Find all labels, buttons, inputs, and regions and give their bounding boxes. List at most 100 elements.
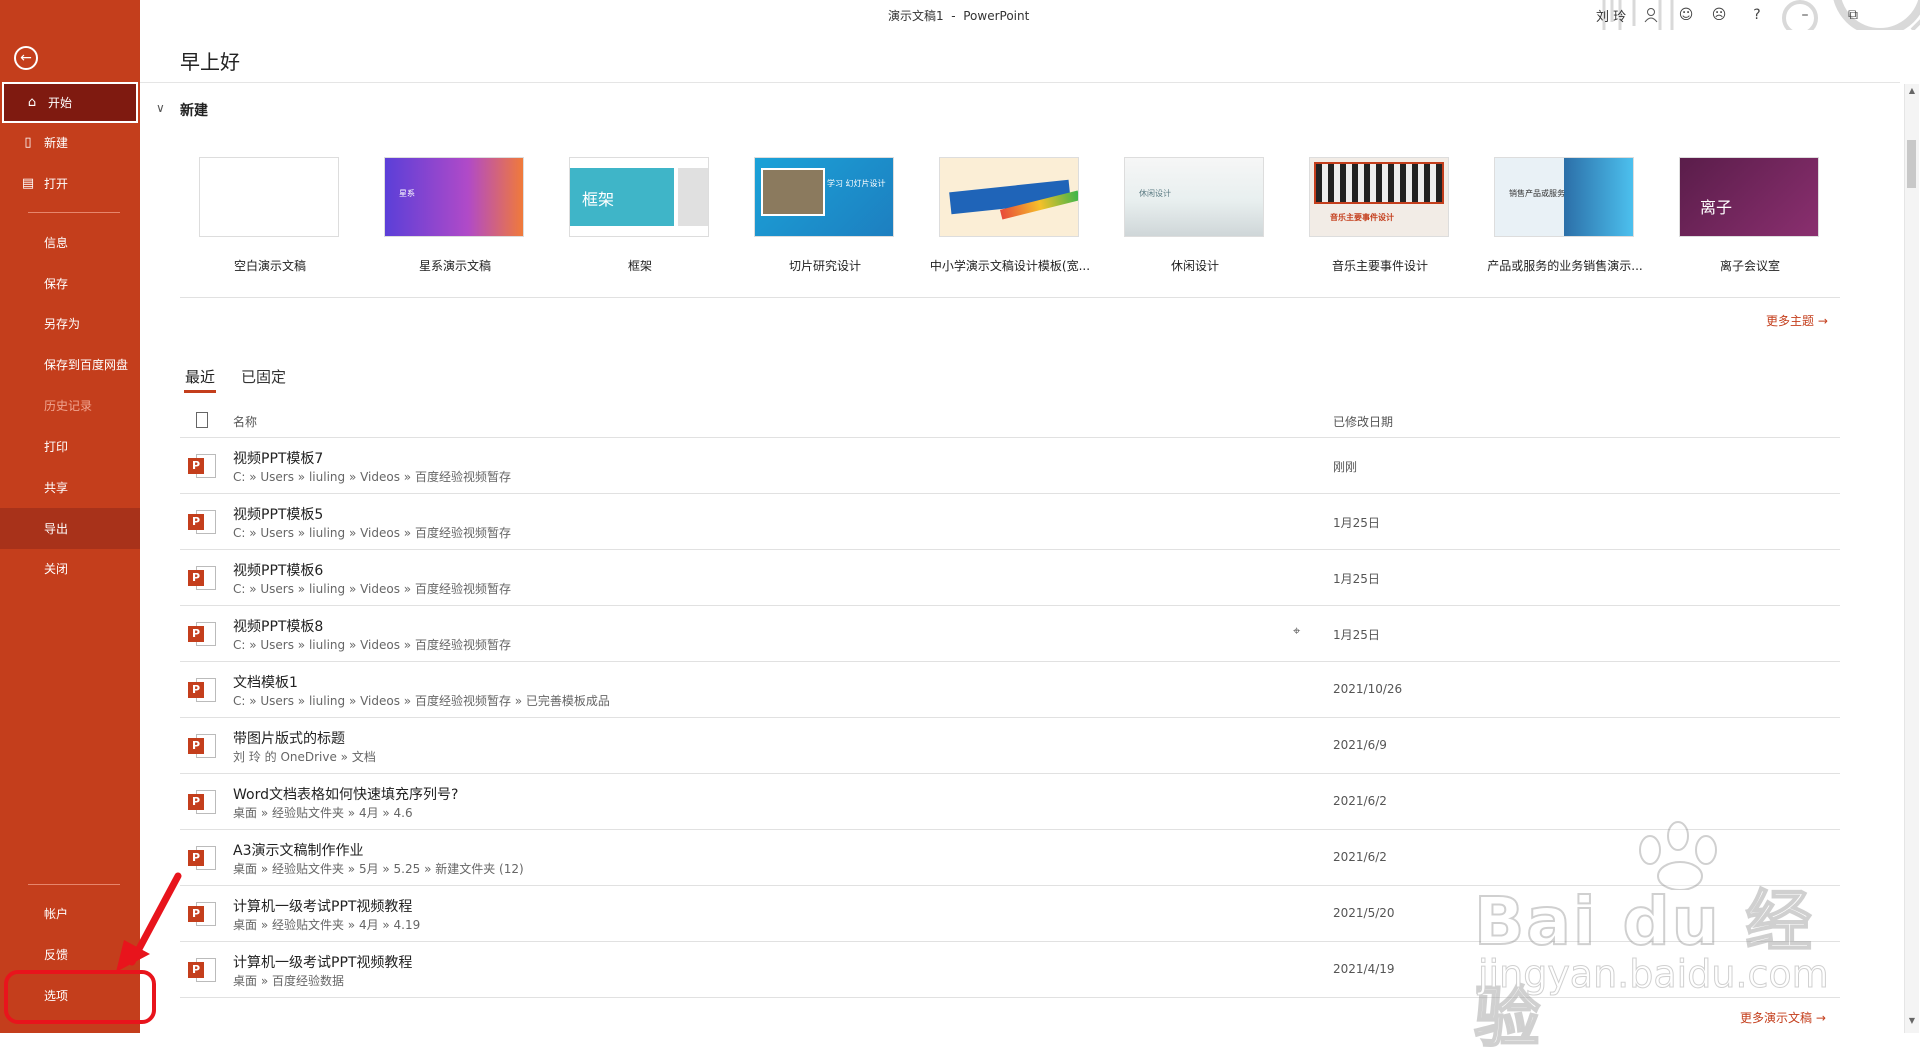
sidebar-divider — [28, 884, 120, 885]
file-row[interactable]: P A3演示文稿制作作业 桌面 » 经验贴文件夹 » 5月 » 5.25 » 新建文… — [180, 829, 1840, 886]
sidebar-item-9[interactable]: 共享 — [0, 467, 140, 508]
template-card[interactable]: 学习 幻灯片设计 切片研究设计 — [754, 157, 896, 274]
sidebar-item-2[interactable]: ▤ 打开 — [0, 163, 140, 204]
file-row[interactable]: P 视频PPT模板7 C: » Users » liuling » Videos »… — [180, 437, 1840, 494]
template-card[interactable]: 空白演示文稿 — [199, 157, 341, 274]
template-thumbnail-text: 销售产品或服务 — [1509, 189, 1565, 198]
file-name: 计算机一级考试PPT视频教程 — [233, 899, 413, 915]
sidebar-item-8[interactable]: 打印 — [0, 426, 140, 467]
vertical-scrollbar[interactable]: ▲ ▼ — [1904, 84, 1919, 1033]
file-row[interactable]: P 视频PPT模板8 C: » Users » liuling » Videos »… — [180, 605, 1840, 662]
sidebar-item-11[interactable]: 关闭 — [0, 548, 140, 589]
template-card[interactable]: 休闲设计 休闲设计 — [1124, 157, 1266, 274]
file-icon: ▯ — [24, 135, 32, 150]
back-arrow-icon[interactable]: ← — [14, 46, 38, 70]
sidebar-item-label: 帐户 — [44, 907, 69, 921]
sidebar-item-6[interactable]: 保存到百度网盘 — [0, 344, 140, 385]
template-thumbnail-text: 框架 — [582, 190, 615, 209]
template-card[interactable]: 音乐主要事件设计 音乐主要事件设计 — [1309, 157, 1451, 274]
file-row[interactable]: P 带图片版式的标题刘 玲 的 OneDrive » 文档 2021/6/9 — [180, 717, 1840, 774]
tab-recent[interactable]: 最近 — [185, 366, 215, 387]
sidebar-item-label: 另存为 — [44, 317, 81, 331]
scroll-up-icon[interactable]: ▲ — [1905, 86, 1919, 98]
smile-icon[interactable]: ☺ — [1675, 4, 1697, 26]
sidebar-item-label: 导出 — [44, 522, 69, 536]
file-name: 视频PPT模板7 — [233, 451, 324, 467]
sidebar-item-label: 共享 — [44, 481, 69, 495]
template-thumbnail[interactable]: 学习 幻灯片设计 — [754, 157, 894, 237]
file-row[interactable]: P Word文档表格如何快速填充序列号? 桌面 » 经验贴文件夹 » 4月 » 4.… — [180, 773, 1840, 830]
greeting-title: 早上好 — [180, 50, 240, 74]
sidebar-item-4[interactable]: 保存 — [0, 263, 140, 304]
sidebar-item-3[interactable]: 信息 — [0, 222, 140, 263]
sidebar-item-10[interactable]: 导出 — [0, 508, 140, 549]
frown-icon[interactable]: ☹ — [1708, 4, 1730, 26]
scroll-thumb[interactable] — [1907, 140, 1916, 188]
list-end-divider — [180, 997, 1840, 998]
file-row[interactable]: P 视频PPT模板5 C: » Users » liuling » Videos »… — [180, 493, 1840, 550]
minimize-icon[interactable]: – — [1794, 4, 1816, 26]
file-path: C: » Users » liuling » Videos » 百度经验视频暂存 — [233, 470, 511, 484]
sidebar-item-0[interactable]: ⌂ 开始 — [2, 82, 138, 123]
tab-pinned[interactable]: 已固定 — [241, 366, 286, 387]
template-name[interactable]: 产品或服务的业务销售演示... — [1480, 257, 1650, 274]
chevron-down-icon[interactable]: ∨ — [156, 101, 165, 115]
person-icon[interactable] — [1640, 4, 1662, 26]
template-thumbnail-text: 星系 — [399, 189, 415, 198]
template-thumbnail[interactable]: 离子 — [1679, 157, 1819, 237]
template-thumbnail[interactable]: 框架 — [569, 157, 709, 237]
template-name[interactable]: 框架 — [555, 257, 725, 274]
file-name: 计算机一级考试PPT视频教程 — [233, 955, 413, 971]
file-date: 2021/6/2 — [1333, 794, 1387, 808]
tab-active-indicator — [184, 390, 216, 393]
template-thumbnail[interactable]: 音乐主要事件设计 — [1309, 157, 1449, 237]
restore-icon[interactable]: ⧉ — [1842, 4, 1864, 26]
file-row[interactable]: P 计算机一级考试PPT视频教程 桌面 » 经验贴文件夹 » 4月 » 4.19 20… — [180, 885, 1840, 942]
template-name[interactable]: 休闲设计 — [1110, 257, 1280, 274]
template-name[interactable]: 空白演示文稿 — [185, 257, 355, 274]
powerpoint-file-icon: P — [188, 844, 216, 872]
template-thumbnail[interactable]: 销售产品或服务 — [1494, 157, 1634, 237]
sidebar-item-label: 历史记录 — [44, 399, 93, 413]
powerpoint-file-icon: P — [188, 452, 216, 480]
template-card[interactable]: 框架 框架 — [569, 157, 711, 274]
file-date: 2021/6/9 — [1333, 738, 1387, 752]
user-name[interactable]: 刘 玲 — [1596, 6, 1626, 25]
file-row[interactable]: P 计算机一级考试PPT视频教程 桌面 » 百度经验数据 2021/4/19 — [180, 941, 1840, 998]
file-row[interactable]: P 视频PPT模板6 C: » Users » liuling » Videos »… — [180, 549, 1840, 606]
column-header-name: 名称 — [233, 415, 258, 429]
template-name[interactable]: 星系演示文稿 — [370, 257, 540, 274]
template-name[interactable]: 中小学演示文稿设计模板(宽... — [925, 257, 1095, 274]
template-card[interactable]: 销售产品或服务 产品或服务的业务销售演示... — [1487, 157, 1643, 274]
file-path: 桌面 » 百度经验数据 — [233, 974, 344, 988]
title-bar: 演示文稿1 - PowerPoint 刘 玲 ☺ ☹ ? – ⧉ — [140, 0, 1920, 30]
sidebar-item-5[interactable]: 另存为 — [0, 303, 140, 344]
new-section-title[interactable]: 新建 — [180, 100, 208, 120]
template-card[interactable]: 星系 星系演示文稿 — [384, 157, 526, 274]
more-presentations-link[interactable]: 更多演示文稿 → — [1740, 1009, 1826, 1026]
template-thumbnail[interactable] — [939, 157, 1079, 237]
help-icon[interactable]: ? — [1746, 4, 1768, 26]
powerpoint-file-icon: P — [188, 900, 216, 928]
scroll-down-icon[interactable]: ▼ — [1905, 1016, 1919, 1028]
template-thumbnail[interactable] — [199, 157, 339, 237]
template-name[interactable]: 离子会议室 — [1665, 257, 1835, 274]
template-name[interactable]: 切片研究设计 — [740, 257, 910, 274]
pin-icon[interactable]: ⌖ — [1293, 624, 1300, 639]
sidebar-item-label: 保存到百度网盘 — [44, 358, 129, 372]
template-thumbnail[interactable]: 星系 — [384, 157, 524, 237]
sidebar-item-1[interactable]: ▯ 新建 — [0, 122, 140, 163]
template-thumbnail[interactable]: 休闲设计 — [1124, 157, 1264, 237]
file-date: 1月25日 — [1333, 516, 1380, 530]
file-name: 视频PPT模板5 — [233, 507, 324, 523]
templates-divider — [180, 297, 1840, 298]
template-card[interactable]: 离子 离子会议室 — [1679, 157, 1821, 274]
template-thumbnail-text: 离子 — [1700, 198, 1733, 217]
template-card[interactable]: 中小学演示文稿设计模板(宽... — [930, 157, 1090, 274]
template-name[interactable]: 音乐主要事件设计 — [1295, 257, 1465, 274]
file-type-icon — [196, 412, 208, 428]
file-name: 视频PPT模板6 — [233, 563, 324, 579]
more-themes-link[interactable]: 更多主题 → — [1766, 312, 1828, 329]
file-row[interactable]: P 文档模板1 C: » Users » liuling » Videos » 百度… — [180, 661, 1840, 718]
powerpoint-file-icon: P — [188, 788, 216, 816]
